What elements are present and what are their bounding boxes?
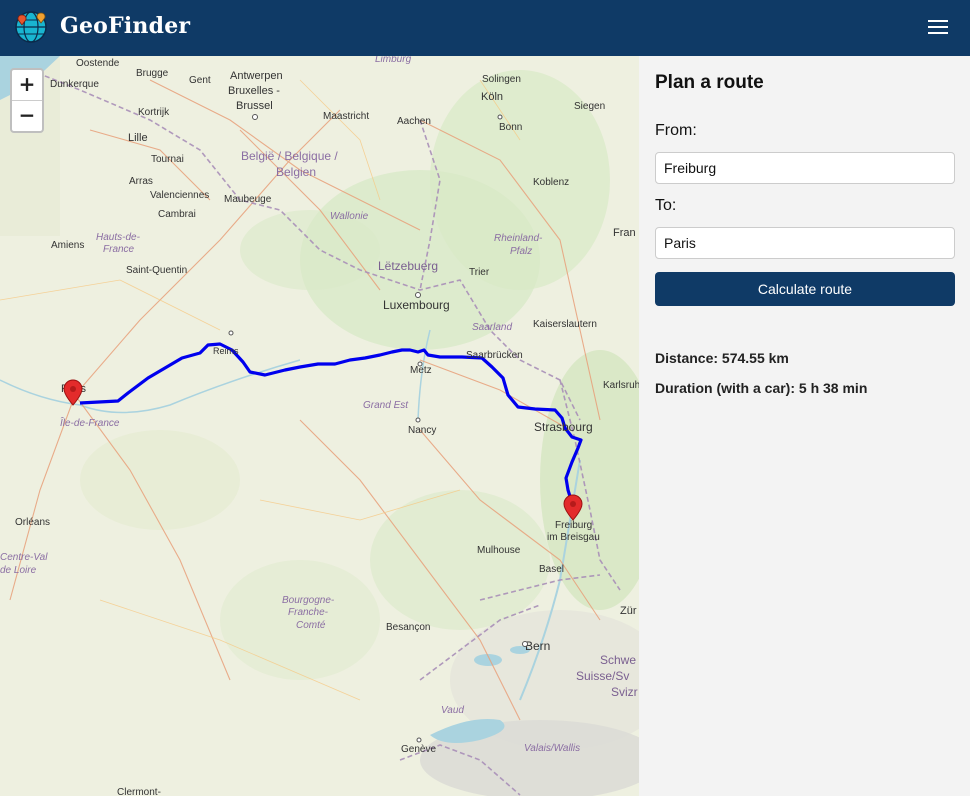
city-label: Kortrijk: [138, 107, 170, 118]
route-panel: Plan a route From: To: Calculate route D…: [639, 56, 970, 796]
to-input[interactable]: [655, 227, 955, 259]
region-label: Suisse/Sv: [576, 669, 629, 683]
to-label: To:: [655, 197, 677, 214]
from-input[interactable]: [655, 152, 955, 184]
region-label: België / Belgique /: [241, 149, 338, 163]
city-label: Freiburg: [555, 520, 592, 531]
region-label: France: [103, 244, 135, 255]
region-label: Vaud: [441, 705, 464, 716]
city-label: Aachen: [397, 116, 431, 127]
city-label: Dunkerque: [50, 79, 99, 90]
city-label: Mulhouse: [477, 545, 521, 556]
duration-text: Duration (with a car): 5 h 38 min: [655, 380, 868, 396]
region-label: Franche-: [288, 607, 329, 618]
city-label: Maastricht: [323, 111, 369, 122]
city-label: Amiens: [51, 240, 84, 251]
top-bar: GeoFinder: [0, 0, 970, 56]
region-label: Bourgogne-: [282, 595, 335, 606]
region-label: Schwe: [600, 653, 636, 667]
city-label: Limburg: [375, 56, 412, 65]
city-label: Solingen: [482, 74, 521, 85]
city-label: Lille: [128, 132, 148, 144]
city-label: Basel: [539, 564, 564, 575]
region-label: Valais/Wallis: [524, 743, 580, 754]
city-label: Genève: [401, 744, 436, 755]
city-label: Strasbourg: [534, 420, 593, 434]
region-label: Zür: [620, 605, 637, 617]
city-label: Tournai: [151, 154, 184, 165]
city-label: Köln: [481, 91, 503, 103]
city-label: Orléans: [15, 517, 50, 528]
region-label: Hauts-de-: [96, 232, 141, 243]
city-label: Koblenz: [533, 177, 569, 188]
region-label: de Loire: [0, 565, 37, 576]
from-label: From:: [655, 122, 697, 139]
city-label: Kaiserslautern: [533, 319, 597, 330]
city-label: Besançon: [386, 622, 430, 633]
region-label: Svizr: [611, 685, 638, 699]
zoom-control: + −: [10, 68, 44, 133]
region-label: Belgien: [276, 165, 316, 179]
city-label: Brugge: [136, 68, 169, 79]
region-label: Wallonie: [330, 211, 369, 222]
city-label: Trier: [469, 267, 490, 278]
city-label: Antwerpen: [230, 70, 283, 82]
app-brand[interactable]: GeoFinder: [60, 13, 190, 39]
city-label: Brussel: [236, 100, 273, 112]
city-label: Bruxelles -: [228, 85, 280, 97]
region-label: Saarland: [472, 322, 512, 333]
region-label: Lëtzebuerg: [378, 259, 438, 273]
hamburger-menu-icon[interactable]: [928, 16, 948, 38]
region-label: Pfalz: [510, 246, 532, 257]
panel-title: Plan a route: [655, 72, 764, 93]
zoom-in-button[interactable]: +: [12, 70, 42, 100]
region-label: Rheinland-: [494, 233, 543, 244]
city-label: Metz: [410, 365, 432, 376]
city-label: Maubeuge: [224, 194, 272, 205]
city-label: Oostende: [76, 58, 120, 69]
map-canvas[interactable]: Oostende Brugge Gent Antwerpen Bruxelles…: [0, 56, 639, 796]
city-label: Saint-Quentin: [126, 265, 187, 276]
zoom-out-button[interactable]: −: [12, 101, 42, 131]
city-label: Valenciennes: [150, 190, 209, 201]
city-label: Fran: [613, 227, 636, 239]
city-label: Arras: [129, 176, 153, 187]
region-label: Grand Est: [363, 400, 409, 411]
region-label: Île-de-France: [60, 416, 120, 429]
city-label: Saarbrücken: [466, 350, 523, 361]
calculate-route-button[interactable]: Calculate route: [655, 272, 955, 306]
city-label: Siegen: [574, 101, 605, 112]
city-label: Karlsruhe: [603, 380, 639, 391]
map-view[interactable]: Oostende Brugge Gent Antwerpen Bruxelles…: [0, 56, 639, 796]
city-label: Reims: [213, 346, 239, 356]
distance-text: Distance: 574.55 km: [655, 350, 789, 366]
city-label: Clermont-: [117, 787, 161, 796]
region-label: Comté: [296, 620, 326, 631]
city-label: Luxembourg: [383, 298, 450, 312]
city-label: Nancy: [408, 425, 436, 436]
city-label: Gent: [189, 75, 211, 86]
city-label: im Breisgau: [547, 532, 600, 543]
region-label: Centre-Val: [0, 552, 48, 563]
globe-pin-icon: [15, 11, 47, 43]
city-label: Cambrai: [158, 209, 196, 220]
city-label: Bern: [525, 639, 550, 653]
city-label: Bonn: [499, 122, 522, 133]
